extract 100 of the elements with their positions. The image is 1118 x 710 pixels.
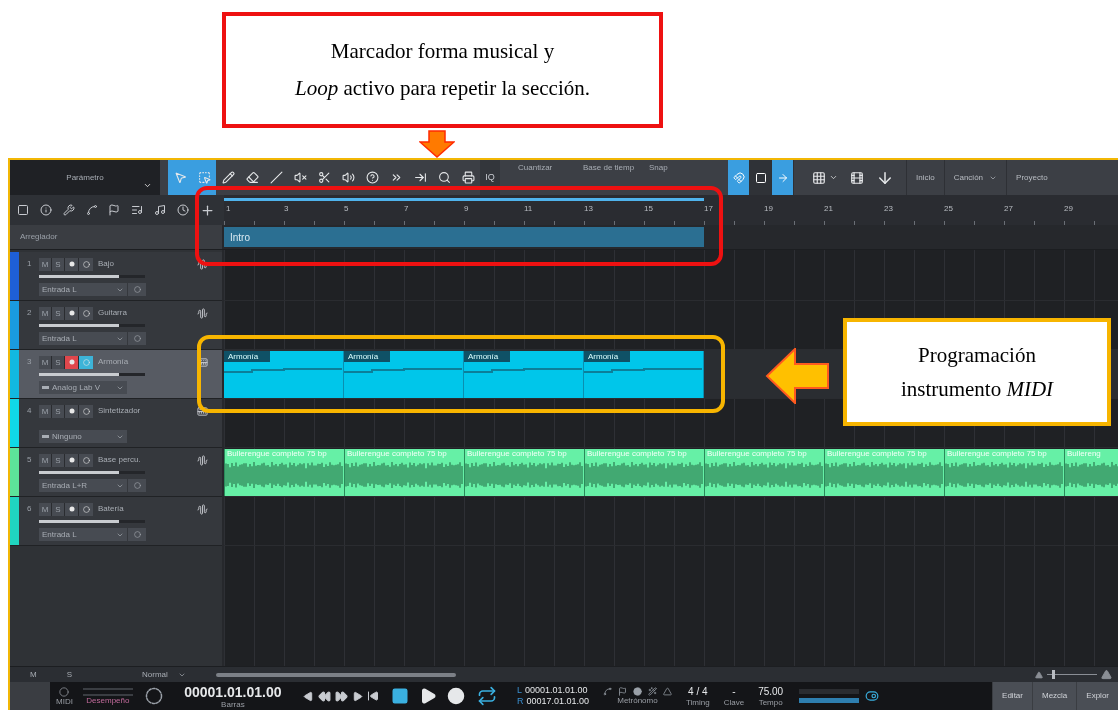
mute-button[interactable]: M	[39, 502, 52, 516]
tempo-label: Tempo	[758, 697, 783, 707]
wand-icon	[647, 687, 657, 696]
monitor-button[interactable]	[79, 404, 93, 418]
bar-number: 3	[284, 203, 289, 215]
monitor-button[interactable]	[79, 257, 93, 271]
arrow-icon	[765, 348, 829, 404]
stop-button[interactable]	[390, 687, 409, 705]
keyboard-icon	[197, 405, 208, 417]
circle-icon	[133, 286, 141, 293]
track-header[interactable]: 5 M S Base percu. Entrada L+R	[10, 448, 222, 497]
quantize-label: Cuantizar	[518, 162, 554, 174]
timebase-label: Base de tiemp	[583, 162, 636, 174]
volume-fader[interactable]	[39, 372, 145, 376]
solo-button[interactable]: S	[52, 502, 65, 516]
square-button[interactable]	[17, 204, 30, 216]
zoom-slider[interactable]	[1047, 670, 1097, 679]
record-button[interactable]	[65, 453, 79, 467]
add-button[interactable]	[199, 202, 215, 218]
record-dot-icon	[68, 359, 75, 365]
track-header[interactable]: 1 M S Bajo Entrada L	[10, 252, 222, 301]
instrument-icon	[42, 435, 49, 438]
return-button[interactable]	[366, 690, 379, 702]
wrench-icon	[62, 204, 75, 216]
solo-button[interactable]: S	[52, 355, 65, 369]
half-circle-icon	[82, 407, 90, 415]
tempo-value: 75.00	[758, 685, 784, 698]
snap-toggle[interactable]	[750, 160, 772, 195]
key-value: -	[732, 685, 736, 698]
solo-button[interactable]: S	[52, 306, 65, 320]
left-locator: 00001.01.01.00	[524, 685, 588, 696]
parameter-dropdown[interactable]: Parámetro	[10, 160, 160, 195]
wrench-button[interactable]	[62, 204, 75, 216]
info-icon	[40, 204, 53, 216]
view-button[interactable]: Mezcla	[1031, 682, 1077, 710]
callout-text: Marcador forma musical y Loop activo para repetir la sección.	[294, 38, 591, 102]
time-signature-label: Timing	[685, 697, 710, 707]
input-dropdown[interactable]: Entrada L	[39, 332, 127, 345]
record-button[interactable]	[65, 404, 79, 418]
record-button[interactable]	[65, 306, 79, 320]
time-signature-value: 4 / 4	[688, 685, 708, 698]
note-button[interactable]	[153, 204, 166, 216]
input-dropdown[interactable]: Entrada L	[39, 528, 127, 541]
midi-clip[interactable]: Armonía	[344, 351, 464, 398]
track-header[interactable]: 4 M S Sintetizador Ninguno	[10, 399, 222, 448]
fast-forward-icon	[334, 689, 348, 703]
midi-clip[interactable]: Armonía	[464, 351, 584, 398]
flag-button[interactable]	[108, 204, 121, 216]
view-button[interactable]: Explor	[1076, 682, 1118, 710]
step-button[interactable]	[351, 690, 363, 702]
mute-button[interactable]: M	[39, 306, 52, 320]
input-dropdown[interactable]: Entrada L	[39, 283, 127, 296]
volume-fader[interactable]	[39, 323, 145, 327]
input-dropdown[interactable]: Analog Lab V	[39, 381, 127, 394]
record-button[interactable]	[65, 355, 79, 369]
time-display: 00001.01.01.00	[184, 683, 282, 700]
mute-button[interactable]: M	[39, 257, 52, 271]
track-header[interactable]: 2 M S Guitarra Entrada L	[10, 301, 222, 350]
back-button[interactable]	[302, 690, 314, 702]
half-circle-icon	[82, 309, 90, 317]
solo-button[interactable]: S	[52, 404, 65, 418]
view-button[interactable]: Editar	[992, 682, 1032, 710]
solo-button[interactable]: S	[52, 453, 65, 467]
snap-toggle[interactable]	[772, 160, 794, 195]
rewind-button[interactable]	[317, 689, 331, 703]
input-dropdown[interactable]: Entrada L+R	[39, 479, 127, 492]
arranger-section[interactable]: Intro	[224, 227, 704, 247]
mute-button[interactable]: M	[39, 453, 52, 467]
clock-button[interactable]	[176, 204, 189, 216]
forward-button[interactable]	[334, 689, 348, 703]
monitor-button[interactable]	[79, 502, 93, 516]
input-dropdown[interactable]: Ninguno	[39, 430, 127, 443]
info-button[interactable]	[40, 204, 53, 216]
record-dot-icon	[68, 457, 75, 463]
midi-clip[interactable]: Armonía	[584, 351, 704, 398]
solo-button[interactable]: S	[52, 257, 65, 271]
mode-dropdown[interactable]: Normal	[142, 668, 186, 681]
monitor-button[interactable]	[79, 355, 93, 369]
volume-fader[interactable]	[39, 274, 145, 278]
bar-number: 25	[944, 203, 953, 215]
record-button[interactable]	[65, 502, 79, 516]
monitor-button[interactable]	[79, 453, 93, 467]
record-button[interactable]	[65, 257, 79, 271]
snap-toggle[interactable]	[728, 160, 750, 195]
curve-button[interactable]	[85, 204, 98, 216]
list-button[interactable]	[131, 204, 144, 216]
volume-fader[interactable]	[39, 519, 145, 523]
flag-icon	[108, 204, 121, 216]
record-dot-icon	[68, 506, 75, 512]
loop-button[interactable]	[476, 686, 497, 706]
track-header[interactable]: 6 M S Batería Entrada L	[10, 497, 222, 546]
midi-clip[interactable]: Armonía	[224, 351, 344, 398]
timeline-ruler[interactable]: 1 3 5 7 9 11 13 15 17 19 21 23 25 27 29	[224, 195, 1118, 225]
horizontal-scrollbar[interactable]	[215, 672, 456, 677]
mute-button[interactable]: M	[39, 355, 52, 369]
monitor-button[interactable]	[79, 306, 93, 320]
volume-fader[interactable]	[39, 470, 145, 474]
add-icon	[199, 202, 215, 218]
zoom-slider-thumb[interactable]	[1052, 670, 1055, 679]
mute-button[interactable]: M	[39, 404, 52, 418]
